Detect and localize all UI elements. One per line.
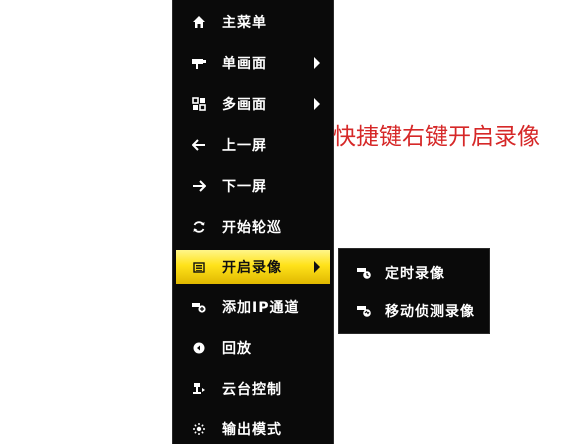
playback-icon — [190, 339, 208, 357]
menu-item-label: 单画面 — [222, 56, 267, 72]
scheduled-record-icon — [355, 264, 373, 282]
submenu-item-motion-recording[interactable]: 移动侦测录像 — [343, 293, 487, 329]
submenu-arrow-icon — [314, 98, 320, 110]
home-icon — [190, 13, 208, 31]
context-menu: 主菜单 单画面 多画面 上一屏 下一屏 开始轮巡 开启录像 添加IP通道 回放 … — [172, 0, 334, 444]
annotation-text: 快捷键右键开启录像 — [333, 124, 540, 150]
record-icon — [190, 258, 208, 276]
submenu-item-scheduled-recording[interactable]: 定时录像 — [343, 255, 487, 291]
menu-item-add-ip-channel[interactable]: 添加IP通道 — [176, 290, 330, 324]
submenu-arrow-icon — [314, 57, 320, 69]
submenu-item-label: 移动侦测录像 — [385, 304, 475, 320]
arrow-right-icon — [190, 177, 208, 195]
output-mode-icon — [190, 420, 208, 438]
add-ip-camera-icon — [190, 298, 208, 316]
menu-item-previous-screen[interactable]: 上一屏 — [176, 128, 330, 162]
menu-item-label: 主菜单 — [222, 15, 267, 31]
ptz-icon — [190, 380, 208, 398]
menu-item-label: 云台控制 — [222, 382, 282, 398]
motion-record-icon — [355, 302, 373, 320]
menu-item-label: 输出模式 — [222, 422, 282, 438]
submenu-arrow-icon — [314, 261, 320, 273]
menu-item-multi-screen[interactable]: 多画面 — [176, 87, 330, 121]
multi-screen-icon — [190, 95, 208, 113]
menu-item-label: 下一屏 — [222, 179, 267, 195]
menu-item-label: 添加IP通道 — [222, 300, 300, 316]
menu-item-output-mode[interactable]: 输出模式 — [176, 412, 330, 446]
cycle-icon — [190, 218, 208, 236]
menu-item-next-screen[interactable]: 下一屏 — [176, 169, 330, 203]
menu-item-start-recording[interactable]: 开启录像 — [176, 250, 330, 284]
recording-submenu: 定时录像 移动侦测录像 — [338, 248, 490, 334]
menu-item-ptz-control[interactable]: 云台控制 — [176, 372, 330, 406]
menu-item-start-cycle[interactable]: 开始轮巡 — [176, 210, 330, 244]
menu-item-label: 回放 — [222, 341, 252, 357]
menu-item-single-screen[interactable]: 单画面 — [176, 46, 330, 80]
menu-item-main-menu[interactable]: 主菜单 — [176, 5, 330, 39]
arrow-left-icon — [190, 136, 208, 154]
menu-item-label: 开始轮巡 — [222, 220, 282, 236]
menu-item-label: 多画面 — [222, 97, 267, 113]
menu-item-label: 上一屏 — [222, 138, 267, 154]
menu-item-label: 开启录像 — [222, 260, 282, 276]
menu-item-playback[interactable]: 回放 — [176, 331, 330, 365]
camera-icon — [190, 54, 208, 72]
submenu-item-label: 定时录像 — [385, 266, 445, 282]
